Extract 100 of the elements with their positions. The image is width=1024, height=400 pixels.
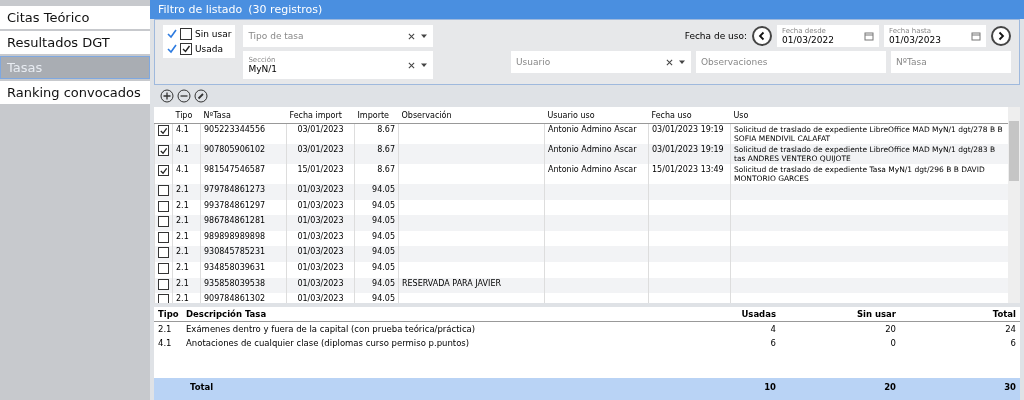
table-cell: 94.05 — [372, 216, 395, 226]
table-cell: 934858039631 — [204, 262, 266, 272]
table-cell: 01/03/2023 — [297, 262, 344, 272]
type-dropdown[interactable]: Tipo de tasa — [243, 25, 434, 47]
add-icon[interactable] — [160, 89, 174, 103]
row-checkbox[interactable] — [158, 145, 169, 156]
table-cell: 930845785231 — [204, 247, 266, 257]
table-cell: 94.05 — [372, 200, 395, 210]
checkbox[interactable] — [180, 43, 192, 55]
record-count: (30 registros) — [248, 3, 323, 16]
table-cell: 94.05 — [372, 262, 395, 272]
table-cell: Antonio Admino Ascar — [548, 145, 637, 154]
next-button[interactable] — [991, 26, 1011, 47]
table-cell: 01/03/2023 — [297, 231, 344, 241]
column-header[interactable]: Usuario uso — [544, 107, 649, 124]
calendar-icon[interactable] — [971, 31, 981, 42]
table-cell: 4.1 — [176, 125, 189, 134]
table-cell-text: 2.1 — [158, 324, 173, 334]
table-cell: 2.1 — [176, 262, 189, 272]
column-header: Tipo — [158, 309, 180, 319]
date-label: Fecha de uso: — [684, 31, 747, 42]
chevron-left-icon[interactable] — [757, 31, 767, 42]
sidebar-item[interactable]: Ranking convocados — [0, 81, 150, 104]
clear-icon[interactable] — [408, 61, 416, 69]
column-header[interactable]: Fecha uso — [648, 107, 731, 124]
table-cell: 993784861297 — [204, 200, 266, 210]
table-cell: RESERVADA PARA JAVIER — [402, 278, 501, 288]
row-checkbox[interactable] — [158, 200, 169, 212]
table-cell: Antonio Admino Ascar — [548, 165, 637, 174]
remove-icon[interactable] — [177, 89, 191, 103]
table-cell-text: 24 — [1004, 324, 1016, 334]
row-checkbox[interactable] — [158, 278, 169, 290]
table-cell-text: 20 — [883, 382, 896, 392]
row-checkbox[interactable] — [158, 165, 169, 176]
table-cell: 01/03/2023 — [297, 247, 344, 257]
table-cell-text: 20 — [884, 324, 896, 334]
column-header: Total — [991, 309, 1016, 319]
table-cell-text: 4 — [769, 324, 776, 334]
row-checkbox[interactable] — [158, 125, 169, 136]
table-cell: 03/01/2023 19:19 — [652, 125, 724, 134]
table-cell-text: 6 — [1009, 338, 1016, 348]
table-cell: 986784861281 — [204, 216, 266, 226]
table-cell-text: 30 — [1003, 382, 1016, 392]
table-cell: 8.67 — [377, 145, 395, 154]
table-cell: 01/03/2023 — [297, 278, 344, 288]
row-checkbox[interactable] — [158, 231, 169, 243]
table-cell-text: 4.1 — [158, 338, 173, 348]
row-checkbox[interactable] — [158, 185, 169, 196]
sidebar-item[interactable]: Resultados DGT — [0, 31, 150, 54]
table-cell: 4.1 — [176, 145, 189, 154]
caret-icon[interactable] — [420, 32, 429, 40]
checkbox-label: Usada — [195, 44, 224, 54]
table-cell: 2.1 — [176, 247, 189, 257]
clear-icon[interactable] — [408, 32, 416, 40]
table-cell: 94.05 — [372, 231, 395, 241]
row-checkbox[interactable] — [158, 247, 169, 259]
table-cell-text: 0 — [889, 338, 896, 348]
chevron-right-icon[interactable] — [996, 31, 1006, 42]
column-header[interactable]: NºTasa — [200, 107, 287, 124]
column-header[interactable]: Observación — [398, 107, 545, 124]
table-cell: 905223344556 — [204, 125, 266, 134]
table-cell: 8.67 — [377, 165, 395, 174]
table-cell: 94.05 — [372, 247, 395, 257]
fee-number-field[interactable]: NºTasa — [891, 51, 1011, 74]
column-header[interactable]: Fecha import — [286, 107, 355, 124]
table-cell: 01/03/2023 — [297, 216, 344, 226]
column-header[interactable]: Importe — [354, 107, 399, 124]
table-cell-text: Total — [189, 382, 215, 392]
row-checkbox[interactable] — [158, 262, 169, 274]
table-cell: 01/03/2023 — [297, 185, 344, 194]
table-cell: 03/01/2023 19:19 — [652, 145, 724, 154]
edit-icon[interactable] — [194, 89, 208, 103]
clear-icon[interactable] — [666, 58, 673, 66]
checkbox[interactable] — [180, 28, 192, 40]
sidebar-item[interactable]: Citas Teórico — [0, 6, 150, 29]
caret-icon[interactable] — [420, 61, 429, 69]
table-cell: Antonio Admino Ascar — [548, 125, 637, 134]
column-header: Usadas — [740, 309, 776, 319]
observations-field[interactable]: Observaciones — [696, 51, 886, 74]
previous-button[interactable] — [752, 26, 772, 47]
table-cell: 4.1 — [176, 165, 189, 174]
table-cell: 01/03/2023 — [297, 294, 344, 303]
table-cell: 03/01/2023 — [297, 125, 344, 134]
column-header: Sin usar — [855, 309, 896, 319]
row-checkbox[interactable] — [158, 294, 169, 303]
calendar-icon[interactable] — [864, 31, 874, 42]
table-cell: 03/01/2023 — [297, 145, 344, 154]
table-cell-text: Anotaciones de cualquier clase (diplomas curso permiso p.puntos) — [186, 338, 471, 348]
row-checkbox[interactable] — [158, 216, 169, 228]
table-cell: 94.05 — [372, 278, 395, 288]
scrollbar[interactable] — [1008, 107, 1020, 303]
user-dropdown[interactable]: Usuario — [511, 51, 691, 74]
filter-title: Filtro de listado — [158, 3, 243, 16]
table-cell: 981547546587 — [204, 165, 266, 174]
table-cell: 935858039538 — [204, 278, 266, 288]
column-header[interactable]: Tipo — [172, 107, 201, 124]
table-cell: 979784861273 — [204, 185, 266, 194]
table-cell: 15/01/2023 13:49 — [652, 165, 724, 174]
column-header[interactable]: Uso — [730, 107, 1008, 124]
table-cell: 989898989898 — [204, 231, 266, 241]
